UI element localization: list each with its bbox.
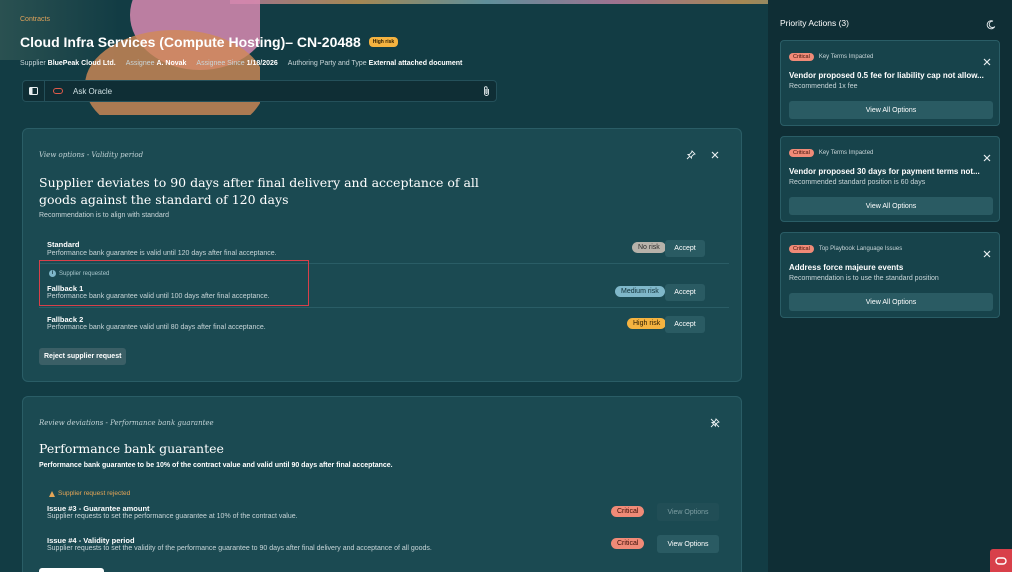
- card-subtitle: View options - Validity period: [39, 151, 144, 159]
- view-options-button[interactable]: View Options: [657, 503, 719, 521]
- recommendation-note: Recommendation is to align with standard: [39, 212, 169, 219]
- issue-desc: Supplier requests to set the performance…: [47, 513, 298, 520]
- performance-guarantee-card: Review deviations - Performance bank gua…: [22, 396, 742, 572]
- assignee-meta: Assignee A. Novak: [125, 60, 187, 67]
- pin-icon[interactable]: [685, 149, 697, 161]
- card-heading: Supplier deviates to 90 days after final…: [39, 175, 479, 207]
- action-category: Key Terms Impacted: [818, 54, 874, 60]
- risk-badge: Medium risk: [615, 286, 665, 297]
- critical-tag: Critical: [789, 149, 814, 157]
- accept-button[interactable]: Accept: [665, 240, 705, 257]
- action-headline: Vendor proposed 30 days for payment term…: [789, 167, 980, 176]
- close-icon[interactable]: [983, 245, 991, 263]
- severity-badge: Critical: [611, 538, 645, 549]
- option-desc: Performance bank guarantee is valid unti…: [47, 250, 277, 257]
- card-heading: Performance bank guarantee: [39, 441, 224, 456]
- action-recommendation: Recommended 1x fee: [789, 83, 858, 90]
- panel-toggle-icon[interactable]: [23, 81, 45, 101]
- reject-supplier-request-button[interactable]: Reject supplier request: [39, 348, 127, 365]
- critical-tag: Critical: [789, 53, 814, 61]
- action-headline: Address force majeure events: [789, 263, 904, 272]
- breadcrumb[interactable]: Contracts: [20, 16, 740, 28]
- issue-row: Issue #3 - Guarantee amount Supplier req…: [39, 500, 729, 530]
- close-icon[interactable]: [983, 149, 991, 167]
- priority-actions-panel: Priority Actions (3) Critical Key Terms …: [768, 0, 1012, 572]
- close-icon[interactable]: [709, 149, 721, 161]
- risk-badge: High risk: [368, 37, 399, 47]
- page-header: Contracts Cloud Infra Services (Compute …: [20, 16, 740, 67]
- severity-badge: Critical: [611, 506, 645, 517]
- unpin-icon[interactable]: [709, 417, 721, 429]
- risk-badge: High risk: [627, 318, 667, 329]
- issue-desc: Supplier requests to set the validity of…: [47, 545, 432, 552]
- option-name: Standard: [47, 240, 80, 249]
- dark-mode-icon[interactable]: [986, 17, 996, 35]
- action-category: Key Terms Impacted: [818, 150, 874, 156]
- oracle-assistant-button[interactable]: [990, 549, 1012, 572]
- risk-badge: No risk: [632, 242, 666, 253]
- action-headline: Vendor proposed 0.5 fee for liability ca…: [789, 71, 984, 80]
- option-desc: Performance bank guarantee valid until 8…: [47, 324, 266, 331]
- supplier-meta: Supplier BluePeak Cloud Ltd.: [20, 60, 116, 67]
- ask-oracle-input[interactable]: [63, 86, 476, 96]
- option-name: Fallback 2: [47, 315, 84, 324]
- view-all-options-button[interactable]: View All Options: [789, 293, 993, 311]
- info-icon: i: [49, 270, 56, 277]
- assignee-since-meta: Assignee Since 1/18/2026: [196, 60, 278, 67]
- validity-options-card: View options - Validity period Supplier …: [22, 128, 742, 382]
- oracle-logo-icon: [995, 556, 1007, 565]
- selected-option-highlight: [39, 260, 309, 306]
- issue-name: Issue #3 - Guarantee amount: [47, 504, 150, 513]
- partial-button[interactable]: [39, 568, 104, 572]
- option-row-fallback-2: Fallback 2 Performance bank guarantee va…: [39, 308, 729, 338]
- close-icon[interactable]: [983, 53, 991, 71]
- accept-button[interactable]: Accept: [665, 316, 705, 333]
- ask-oracle-bar: [22, 80, 497, 102]
- issue-row: Issue #4 - Validity period Supplier requ…: [39, 532, 729, 562]
- action-category: Top Playbook Language Issues: [818, 246, 903, 252]
- issue-name: Issue #4 - Validity period: [47, 536, 135, 545]
- accept-button[interactable]: Accept: [665, 284, 705, 301]
- action-recommendation: Recommended standard position is 60 days: [789, 179, 926, 186]
- contract-meta: Supplier BluePeak Cloud Ltd. Assignee A.…: [20, 60, 740, 67]
- supplier-requested-label: i Supplier requested: [49, 270, 109, 277]
- authoring-meta: Authoring Party and Type External attach…: [287, 60, 463, 67]
- critical-tag: Critical: [789, 245, 814, 253]
- attach-icon[interactable]: [476, 86, 496, 96]
- rejected-note: Supplier request rejected: [49, 490, 130, 497]
- panel-title: Priority Actions (3): [780, 18, 849, 28]
- view-all-options-button[interactable]: View All Options: [789, 101, 993, 119]
- view-options-button[interactable]: View Options: [657, 535, 719, 553]
- priority-action-card: Critical Top Playbook Language Issues Ad…: [780, 232, 1000, 318]
- priority-action-card: Critical Key Terms Impacted Vendor propo…: [780, 136, 1000, 222]
- action-recommendation: Recommendation is to use the standard po…: [789, 275, 939, 282]
- priority-action-card: Critical Key Terms Impacted Vendor propo…: [780, 40, 1000, 126]
- guarantee-summary: Performance bank guarantee to be 10% of …: [39, 462, 393, 469]
- warning-icon: [49, 490, 55, 497]
- page-title: Cloud Infra Services (Compute Hosting)– …: [20, 34, 361, 50]
- card-subtitle: Review deviations - Performance bank gua…: [39, 419, 214, 427]
- view-all-options-button[interactable]: View All Options: [789, 197, 993, 215]
- oracle-logo-icon: [53, 88, 63, 94]
